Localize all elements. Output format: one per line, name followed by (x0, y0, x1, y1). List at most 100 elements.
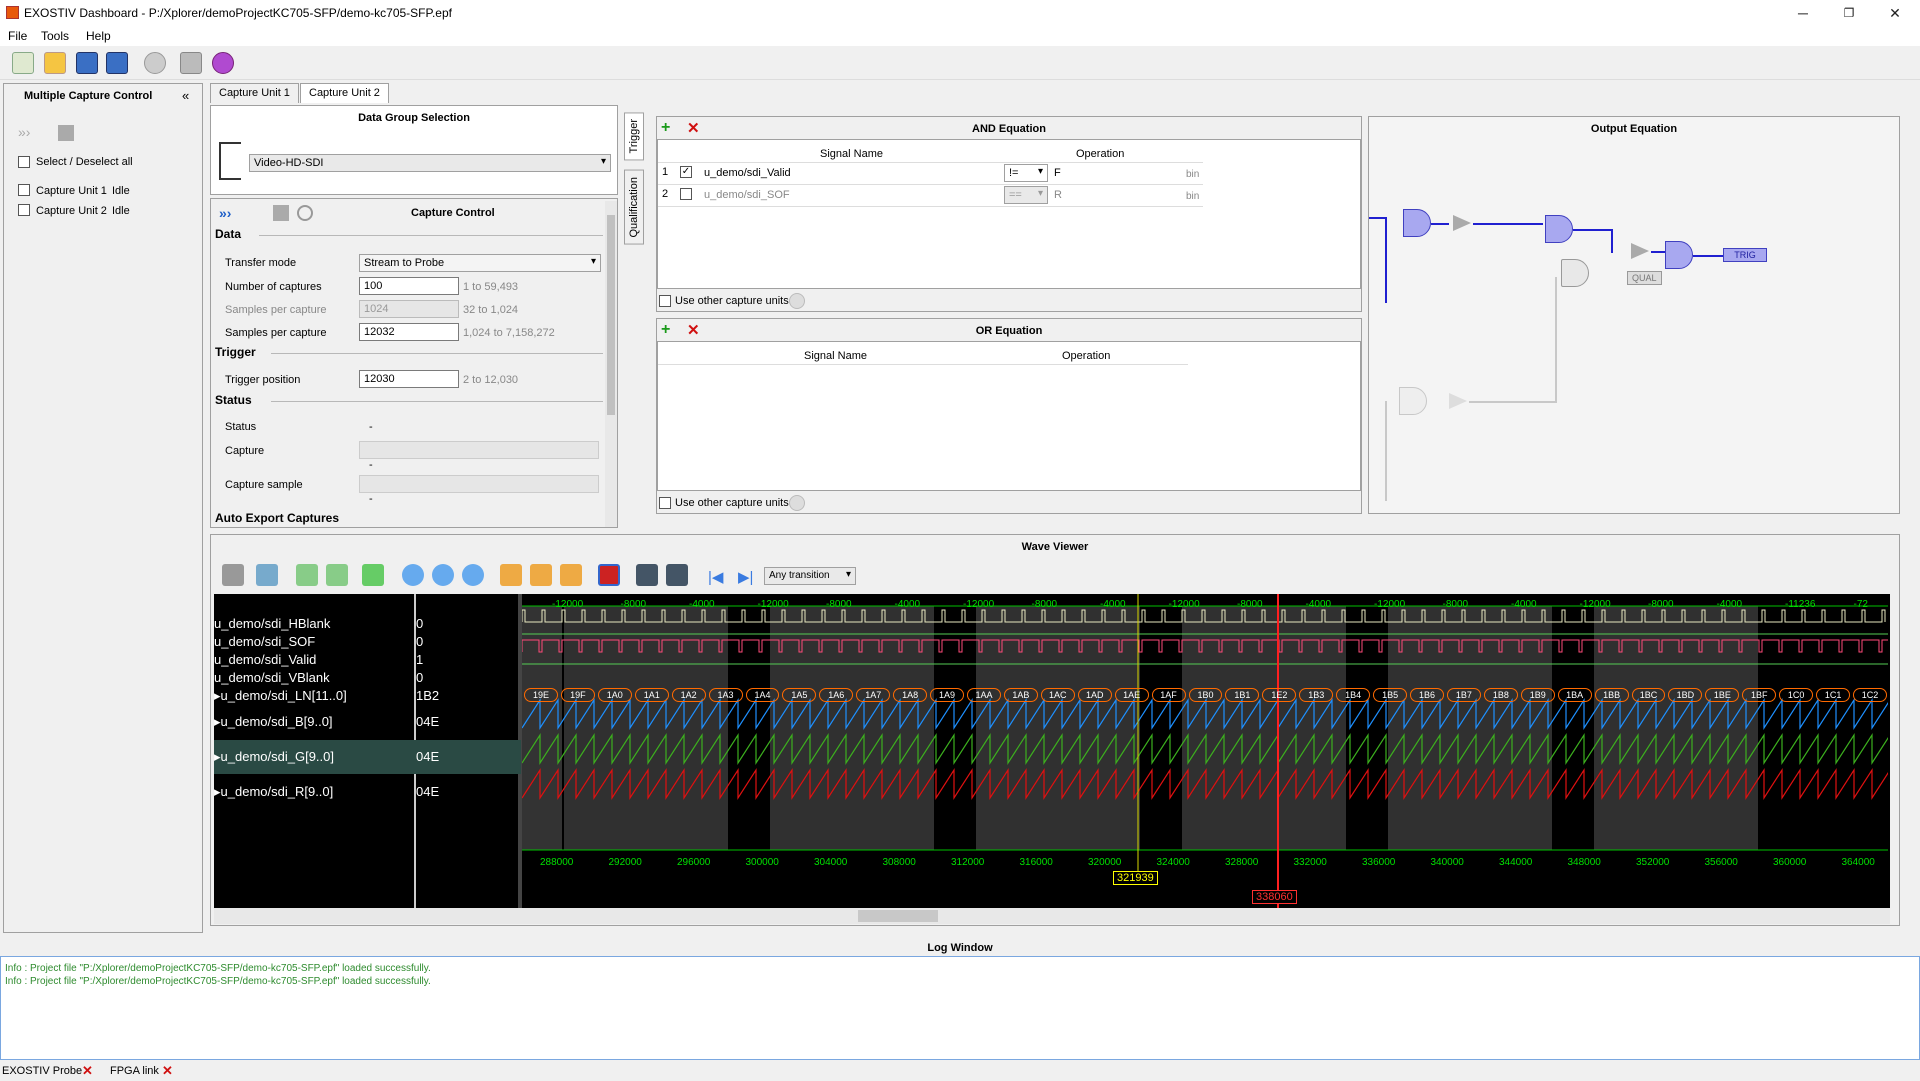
and-row-1-checkbox[interactable]: ✓ (680, 166, 692, 178)
magnet-icon[interactable] (598, 564, 620, 586)
time-tick-top: -12000 (963, 599, 995, 610)
run-capture-icon[interactable]: »› (219, 205, 231, 221)
signal-name[interactable]: u_demo/sdi_SOF (214, 634, 414, 649)
wave-h-scrollbar[interactable] (214, 908, 1890, 924)
trigger-position-input[interactable]: 12030 (359, 370, 459, 388)
log-window[interactable]: Info : Project file "P:/Xplorer/demoProj… (0, 956, 1920, 1060)
data-section-heading: Data (215, 227, 242, 241)
open-project-icon[interactable] (44, 52, 66, 74)
time-tick-bottom: 308000 (882, 857, 916, 868)
and-gate-3 (1665, 241, 1693, 269)
tab-qualification[interactable]: Qualification (624, 170, 644, 245)
tab-trigger[interactable]: Trigger (624, 112, 644, 161)
collapse-button[interactable]: « (182, 88, 189, 103)
new-project-icon[interactable] (12, 52, 34, 74)
capture-unit-1-checkbox[interactable] (18, 184, 30, 196)
highlighter-2-icon[interactable] (530, 564, 552, 586)
or-use-other-checkbox[interactable] (659, 497, 671, 509)
chart-icon[interactable] (296, 564, 318, 586)
stop-all-icon[interactable] (58, 125, 74, 141)
link-icon[interactable] (144, 52, 166, 74)
export-icon[interactable] (256, 564, 278, 586)
and-use-other-checkbox[interactable] (659, 295, 671, 307)
capture-control-scrollbar[interactable] (605, 201, 617, 527)
multiple-capture-panel: Multiple Capture Control « »› Select / D… (3, 83, 203, 933)
menu-tools[interactable]: Tools (41, 29, 69, 43)
time-tick-top: -72 (1853, 599, 1868, 610)
signal-name[interactable]: ▸u_demo/sdi_R[9..0] (214, 784, 414, 800)
signal-name[interactable]: ▸u_demo/sdi_LN[11..0] (214, 688, 414, 704)
run-all-icon[interactable]: »› (18, 124, 30, 140)
time-tick-bottom: 336000 (1362, 857, 1396, 868)
time-tick-bottom: 320000 (1088, 857, 1122, 868)
highlighter-3-icon[interactable] (560, 564, 582, 586)
database-icon[interactable] (222, 564, 244, 586)
find-prev-icon[interactable] (636, 564, 658, 586)
bus-value: 1BD (1668, 688, 1703, 702)
go-first-icon[interactable]: |◀ (708, 568, 723, 586)
link-capture-icon[interactable] (297, 205, 313, 221)
capture-unit-1-label: Capture Unit 1 (36, 185, 107, 197)
find-next-icon[interactable] (666, 564, 688, 586)
zoom-in-icon[interactable] (432, 564, 454, 586)
transition-select[interactable]: Any transition (764, 567, 856, 585)
bus-value: 1AB (1003, 688, 1038, 702)
tools-icon[interactable] (180, 52, 202, 74)
zoom-out-icon[interactable] (462, 564, 484, 586)
menu-help[interactable]: Help (86, 29, 111, 43)
bus-value: 1A6 (819, 688, 854, 702)
bus-value: 1A0 (597, 688, 632, 702)
buffer-dim (1449, 393, 1467, 409)
transfer-mode-select[interactable]: Stream to Probe (359, 254, 601, 272)
signal-value: 0 (416, 670, 424, 685)
capture-unit-1-state: Idle (112, 185, 130, 197)
cursor-2-label[interactable]: 338060 (1252, 890, 1297, 904)
bus-value: 1A3 (708, 688, 743, 702)
bus-value: 1AC (1040, 688, 1075, 702)
signal-name[interactable]: u_demo/sdi_VBlank (214, 670, 414, 685)
or-edit-icon[interactable] (789, 495, 805, 511)
time-tick-bottom: 300000 (745, 857, 779, 868)
data-group-select[interactable]: Video-HD-SDI (249, 154, 611, 172)
stop-capture-icon[interactable] (273, 205, 289, 221)
bus-value: 1A2 (671, 688, 706, 702)
minimize-button[interactable]: ─ (1780, 0, 1826, 26)
time-tick-bottom: 364000 (1841, 857, 1875, 868)
and-edit-icon[interactable] (789, 293, 805, 309)
signal-name[interactable]: ▸u_demo/sdi_G[9..0] (214, 749, 414, 765)
bus-value: 1E2 (1262, 688, 1297, 702)
save-as-icon[interactable] (106, 52, 128, 74)
highlighter-1-icon[interactable] (500, 564, 522, 586)
waves-icon[interactable] (362, 564, 384, 586)
menu-file[interactable]: File (8, 29, 27, 43)
signal-name[interactable]: u_demo/sdi_Valid (214, 652, 414, 667)
close-button[interactable]: ✕ (1872, 0, 1918, 26)
bug-icon[interactable] (212, 52, 234, 74)
zoom-fit-icon[interactable] (402, 564, 424, 586)
app-icon (6, 6, 19, 19)
bus-value: 1B7 (1446, 688, 1481, 702)
and-row-2-checkbox[interactable] (680, 188, 692, 200)
go-last-icon[interactable]: ▶| (738, 568, 753, 586)
save-icon[interactable] (76, 52, 98, 74)
and-row-1-value[interactable]: F (1054, 167, 1061, 179)
tab-capture-unit-1[interactable]: Capture Unit 1 (210, 83, 299, 103)
cursor-1-label[interactable]: 321939 (1113, 871, 1158, 885)
samples-per-capture2-input[interactable]: 12032 (359, 323, 459, 341)
signal-name[interactable]: ▸u_demo/sdi_B[9..0] (214, 714, 414, 730)
select-all-checkbox[interactable] (18, 156, 30, 168)
num-captures-input[interactable]: 100 (359, 277, 459, 295)
chart-line-icon[interactable] (326, 564, 348, 586)
capture-unit-2-checkbox[interactable] (18, 204, 30, 216)
status-label: Status (225, 421, 257, 433)
tab-capture-unit-2[interactable]: Capture Unit 2 (300, 83, 389, 103)
bus-value: 19E (524, 688, 558, 702)
and-equation-table: Signal Name Operation 1 ✓ u_demo/sdi_Val… (657, 139, 1361, 289)
samples-per-capture-range: 32 to 1,024 (463, 304, 519, 316)
signal-name[interactable]: u_demo/sdi_HBlank (214, 616, 414, 631)
and-row-1-operator[interactable]: != (1004, 164, 1048, 182)
title-bar: EXOSTIV Dashboard - P:/Xplorer/demoProje… (0, 0, 1920, 26)
time-tick-bottom: 356000 (1704, 857, 1738, 868)
signal-value: 1 (416, 652, 424, 667)
restore-button[interactable]: ❐ (1826, 0, 1872, 26)
